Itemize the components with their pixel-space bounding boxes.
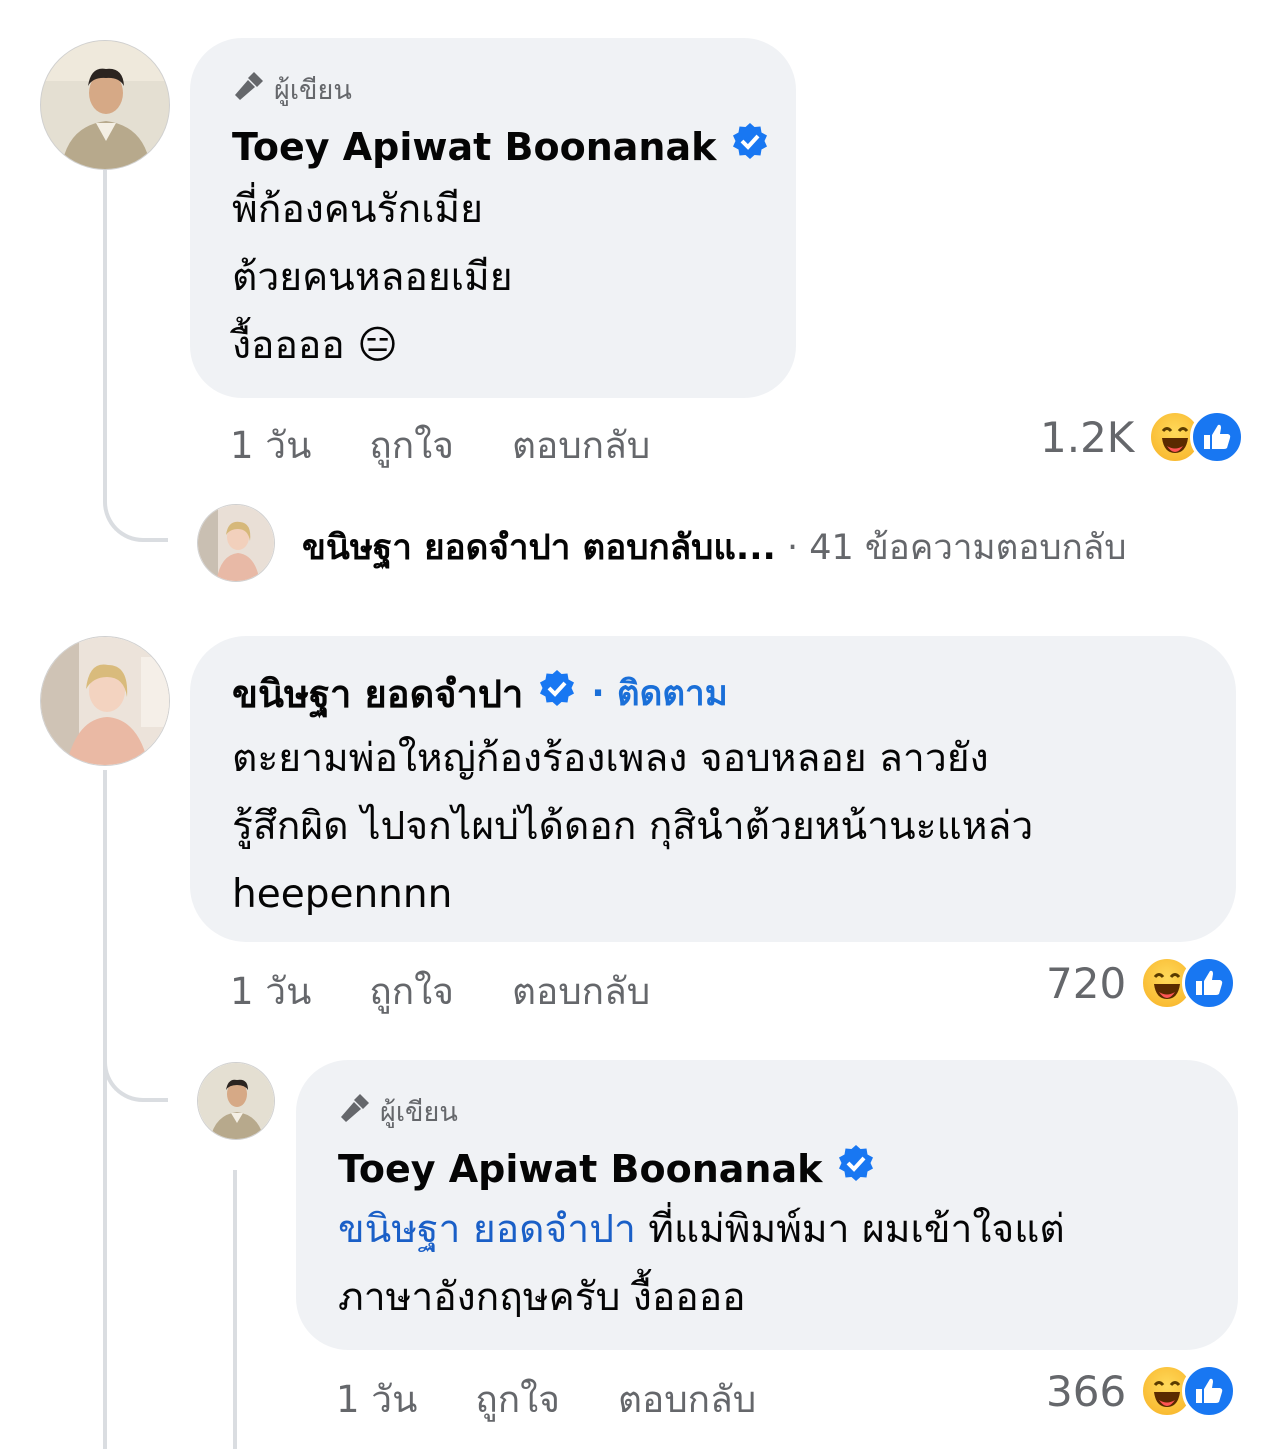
commenter-name[interactable]: ขนิษฐา ยอดจำปา: [232, 670, 523, 718]
reply-summary-text: ขนิษฐา ยอดจำปา ตอบกลับแ...: [302, 528, 776, 568]
like-button[interactable]: ถูกใจ: [369, 416, 454, 475]
comment-line: งื้ออออ 😑: [232, 323, 398, 368]
comment-line: ต้วยคนหลอยเมีย: [232, 255, 513, 300]
avatar-toey[interactable]: [40, 40, 170, 170]
like-reaction-icon: [1182, 956, 1237, 1010]
reply-button[interactable]: ตอบกลับ: [512, 962, 650, 1021]
timestamp[interactable]: 1 วัน: [336, 1370, 417, 1429]
reply-button[interactable]: ตอบกลับ: [512, 416, 650, 475]
reaction-count: 720: [1046, 958, 1127, 1008]
reactions-1[interactable]: 1.2K: [1040, 410, 1245, 464]
comment-actions-3: 1 วัน ถูกใจ ตอบกลับ: [336, 1370, 814, 1429]
avatar-khanittha-small-image: [198, 505, 274, 581]
comment-line: พี่ก้องคนรักเมีย: [232, 187, 483, 232]
comment-actions-2: 1 วัน ถูกใจ ตอบกลับ: [230, 962, 708, 1021]
comment-bubble-3[interactable]: ผู้เขียน Toey Apiwat Boonanak ขนิษฐา ยอด…: [296, 1060, 1238, 1350]
comment-line: ขนิษฐา ยอดจำปา ที่แม่พิมพ์มา ผมเข้าใจแต่: [338, 1196, 1238, 1264]
verified-badge-icon: [836, 1143, 876, 1194]
like-reaction-icon: [1182, 1364, 1237, 1418]
avatar-khanittha-image: [41, 637, 169, 765]
reaction-count: 366: [1046, 1366, 1127, 1416]
commenter-name[interactable]: Toey Apiwat Boonanak: [232, 123, 716, 171]
thread-curve-1: [103, 480, 168, 542]
author-tag-label: ผู้เขียน: [380, 1097, 458, 1128]
microphone-icon: [232, 69, 266, 110]
verified-badge-icon: [730, 121, 770, 172]
comment-text-1: พี่ก้องคนรักเมีย ต้วยคนหลอยเมีย งื้ออออ …: [232, 176, 796, 380]
microphone-icon: [338, 1091, 372, 1132]
reactions-3[interactable]: 366: [1046, 1364, 1237, 1418]
mention-link[interactable]: ขนิษฐา ยอดจำปา: [338, 1207, 636, 1252]
comment-line: รู้สึกผิด ไปจกไผบ่ได้ดอก กุสินำต้วยหน้าน…: [232, 804, 1034, 849]
timestamp[interactable]: 1 วัน: [230, 962, 311, 1021]
comment-bubble-2[interactable]: ขนิษฐา ยอดจำปา · ติดตาม ตะยามพ่อใหญ่ก้อง…: [190, 636, 1236, 942]
comment-bubble-1[interactable]: ผู้เขียน Toey Apiwat Boonanak พี่ก้องคนร…: [190, 38, 796, 398]
comment-actions-1: 1 วัน ถูกใจ ตอบกลับ: [230, 416, 708, 475]
commenter-name[interactable]: Toey Apiwat Boonanak: [338, 1145, 822, 1193]
author-tag-3: ผู้เขียน: [338, 1090, 1238, 1133]
avatar-khanittha[interactable]: [40, 636, 170, 766]
avatar-toey-image: [41, 41, 169, 169]
comment-line-text: ที่แม่พิมพ์มา ผมเข้าใจแต่: [635, 1207, 1065, 1252]
verified-badge-icon: [537, 668, 577, 719]
comment-line: heepennnn: [232, 872, 453, 917]
reactions-2[interactable]: 720: [1046, 956, 1237, 1010]
reply-button[interactable]: ตอบกลับ: [618, 1370, 756, 1429]
like-button[interactable]: ถูกใจ: [475, 1370, 560, 1429]
like-reaction-icon: [1190, 410, 1245, 464]
reply-count: · 41 ข้อความตอบกลับ: [786, 528, 1127, 568]
avatar-khanittha-small[interactable]: [197, 504, 275, 582]
comment-text-2: ตะยามพ่อใหญ่ก้องร้องเพลง จอบหลอย ลาวยัง …: [232, 725, 1236, 929]
comment-line: ตะยามพ่อใหญ่ก้องร้องเพลง จอบหลอย ลาวยัง: [232, 736, 989, 781]
comment-text-3: ขนิษฐา ยอดจำปา ที่แม่พิมพ์มา ผมเข้าใจแต่…: [338, 1196, 1238, 1332]
thread-line-3: [233, 1170, 237, 1449]
avatar-toey-small-image: [198, 1063, 274, 1139]
author-tag-label: ผู้เขียน: [274, 75, 352, 106]
reply-summary[interactable]: ขนิษฐา ยอดจำปา ตอบกลับแ... · 41 ข้อความต…: [302, 520, 1126, 575]
follow-button[interactable]: · ติดตาม: [591, 670, 727, 718]
author-tag-1: ผู้เขียน: [232, 68, 796, 111]
timestamp[interactable]: 1 วัน: [230, 416, 311, 475]
thread-line-1: [103, 170, 107, 490]
thread-line-2: [103, 770, 107, 1449]
comment-line: ภาษาอังกฤษครับ งื้ออออ: [338, 1275, 746, 1320]
reaction-count: 1.2K: [1040, 412, 1135, 462]
thread-curve-2: [103, 1040, 168, 1102]
avatar-toey-small[interactable]: [197, 1062, 275, 1140]
like-button[interactable]: ถูกใจ: [369, 962, 454, 1021]
